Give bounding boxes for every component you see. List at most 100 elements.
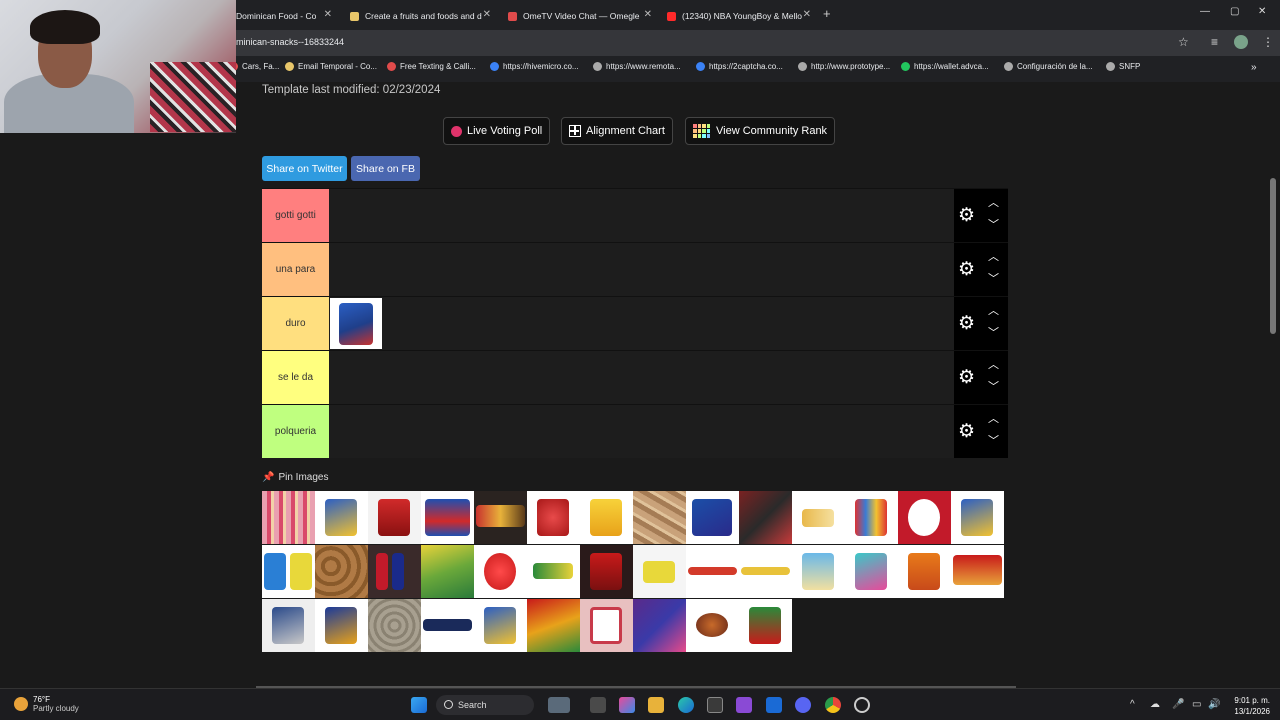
snack-image[interactable] bbox=[580, 545, 633, 598]
snack-image[interactable] bbox=[739, 491, 792, 544]
snack-image[interactable] bbox=[315, 491, 368, 544]
snack-image[interactable] bbox=[845, 491, 898, 544]
snack-image[interactable] bbox=[421, 599, 474, 652]
taskbar-clock[interactable]: 9:01 p. m. 13/1/2026 bbox=[1226, 695, 1270, 717]
snack-image[interactable] bbox=[580, 599, 633, 652]
chevron-down-icon[interactable]: ﹀ bbox=[988, 274, 999, 285]
snack-image[interactable] bbox=[315, 545, 368, 598]
snack-image[interactable] bbox=[474, 491, 527, 544]
tab-dominican-food[interactable]: Dominican Food - Co ✕ bbox=[236, 4, 336, 28]
close-icon[interactable]: ✕ bbox=[483, 9, 491, 20]
bookmark-item[interactable]: http://www.prototype... bbox=[798, 62, 890, 71]
snack-image[interactable] bbox=[633, 599, 686, 652]
bookmark-item[interactable]: Email Temporal - Co... bbox=[285, 62, 377, 71]
snack-image[interactable] bbox=[951, 545, 1004, 598]
media-icon[interactable]: ≡ bbox=[1211, 35, 1218, 49]
discord-icon[interactable] bbox=[795, 697, 811, 713]
bookmark-item[interactable]: https://wallet.advca... bbox=[901, 62, 989, 71]
snack-image[interactable] bbox=[898, 491, 951, 544]
close-icon[interactable]: ✕ bbox=[644, 9, 652, 20]
share-fb-button[interactable]: Share on FB bbox=[351, 156, 420, 181]
snack-image[interactable] bbox=[474, 599, 527, 652]
bookmark-item[interactable]: https://2captcha.co... bbox=[696, 62, 783, 71]
task-view-icon[interactable] bbox=[548, 697, 570, 713]
bookmark-item[interactable]: Cars, Fa... bbox=[229, 62, 279, 71]
pin-images-toggle[interactable]: 📌 Pin Images bbox=[262, 472, 328, 483]
chevron-down-icon[interactable]: ﹀ bbox=[988, 328, 999, 339]
view-community-rank-button[interactable]: View Community Rank bbox=[685, 117, 836, 145]
tab-ometv[interactable]: OmeTV Video Chat — Omegle ✕ bbox=[508, 4, 656, 28]
tier-label[interactable]: una para bbox=[262, 243, 329, 296]
bookmark-item[interactable]: https://www.remota... bbox=[593, 62, 681, 71]
snack-image[interactable] bbox=[262, 491, 315, 544]
gear-icon[interactable]: ⚙ bbox=[958, 206, 975, 225]
snack-image[interactable] bbox=[315, 599, 368, 652]
gear-icon[interactable]: ⚙ bbox=[958, 260, 975, 279]
windows-start-icon[interactable] bbox=[411, 697, 427, 713]
chevron-up-icon[interactable]: ︿ bbox=[988, 306, 999, 317]
snack-image[interactable] bbox=[330, 298, 382, 349]
taskbar-search[interactable]: Search bbox=[436, 695, 534, 715]
share-twitter-button[interactable]: Share on Twitter bbox=[262, 156, 347, 181]
bookmarks-overflow-icon[interactable]: » bbox=[1251, 62, 1257, 73]
chevron-up-icon[interactable]: ︿ bbox=[988, 360, 999, 371]
new-tab-icon[interactable]: + bbox=[823, 6, 831, 21]
snack-image[interactable] bbox=[633, 491, 686, 544]
app-icon[interactable] bbox=[736, 697, 752, 713]
chevron-down-icon[interactable]: ﹀ bbox=[988, 220, 999, 231]
snack-image[interactable] bbox=[262, 545, 315, 598]
chevron-up-icon[interactable]: ^ bbox=[1130, 699, 1135, 710]
snack-image[interactable] bbox=[474, 545, 527, 598]
restore-icon[interactable]: ▢ bbox=[1230, 6, 1239, 17]
snack-image[interactable] bbox=[527, 599, 580, 652]
snack-image[interactable] bbox=[262, 599, 315, 652]
window-close-icon[interactable]: ✕ bbox=[1258, 6, 1266, 17]
mail-icon[interactable] bbox=[766, 697, 782, 713]
snack-image[interactable] bbox=[686, 599, 739, 652]
tier-label[interactable]: gotti gotti bbox=[262, 189, 329, 242]
snack-image[interactable] bbox=[951, 491, 1004, 544]
snack-image[interactable] bbox=[739, 545, 792, 598]
tier-label[interactable]: duro bbox=[262, 297, 329, 350]
snack-image[interactable] bbox=[739, 599, 792, 652]
profile-avatar[interactable] bbox=[1234, 35, 1248, 49]
url-text[interactable]: minican-snacks--16833244 bbox=[236, 37, 344, 47]
snack-image[interactable] bbox=[527, 491, 580, 544]
close-icon[interactable]: ✕ bbox=[803, 9, 811, 20]
snack-image[interactable] bbox=[898, 545, 951, 598]
chevron-up-icon[interactable]: ︿ bbox=[988, 198, 999, 209]
tier-label[interactable]: se le da bbox=[262, 351, 329, 404]
weather-widget[interactable]: 76°F Partly cloudy bbox=[14, 695, 79, 713]
snack-image[interactable] bbox=[421, 491, 474, 544]
bookmark-item[interactable]: Free Texting & Calli... bbox=[387, 62, 476, 71]
store-icon[interactable] bbox=[707, 697, 723, 713]
settings-icon[interactable] bbox=[854, 697, 870, 713]
snack-image[interactable] bbox=[368, 491, 421, 544]
volume-icon[interactable]: 🔊 bbox=[1208, 699, 1220, 710]
chrome-icon[interactable] bbox=[825, 697, 841, 713]
snack-image[interactable] bbox=[792, 545, 845, 598]
gear-icon[interactable]: ⚙ bbox=[958, 314, 975, 333]
minimize-icon[interactable]: — bbox=[1200, 6, 1210, 17]
file-explorer-icon[interactable] bbox=[648, 697, 664, 713]
tab-youtube[interactable]: (12340) NBA YoungBoy & Mello ✕ bbox=[667, 4, 815, 28]
gear-icon[interactable]: ⚙ bbox=[958, 422, 975, 441]
snack-image[interactable] bbox=[633, 545, 686, 598]
page-scrollbar[interactable] bbox=[1270, 178, 1276, 334]
snack-image[interactable] bbox=[368, 599, 421, 652]
chevron-up-icon[interactable]: ︿ bbox=[988, 252, 999, 263]
tier-label[interactable]: polqueria bbox=[262, 405, 329, 458]
star-icon[interactable]: ☆ bbox=[1178, 35, 1189, 49]
copilot-icon[interactable] bbox=[619, 697, 635, 713]
chevron-down-icon[interactable]: ﹀ bbox=[988, 436, 999, 447]
alignment-chart-button[interactable]: Alignment Chart bbox=[561, 117, 673, 145]
snack-image[interactable] bbox=[686, 545, 739, 598]
snack-image[interactable] bbox=[686, 491, 739, 544]
chevron-up-icon[interactable]: ︿ bbox=[988, 414, 999, 425]
snack-image[interactable] bbox=[792, 491, 845, 544]
bookmark-item[interactable]: Configuración de la... bbox=[1004, 62, 1093, 71]
chevron-down-icon[interactable]: ﹀ bbox=[988, 382, 999, 393]
edge-icon[interactable] bbox=[678, 697, 694, 713]
snack-image[interactable] bbox=[421, 545, 474, 598]
snack-image[interactable] bbox=[368, 545, 421, 598]
